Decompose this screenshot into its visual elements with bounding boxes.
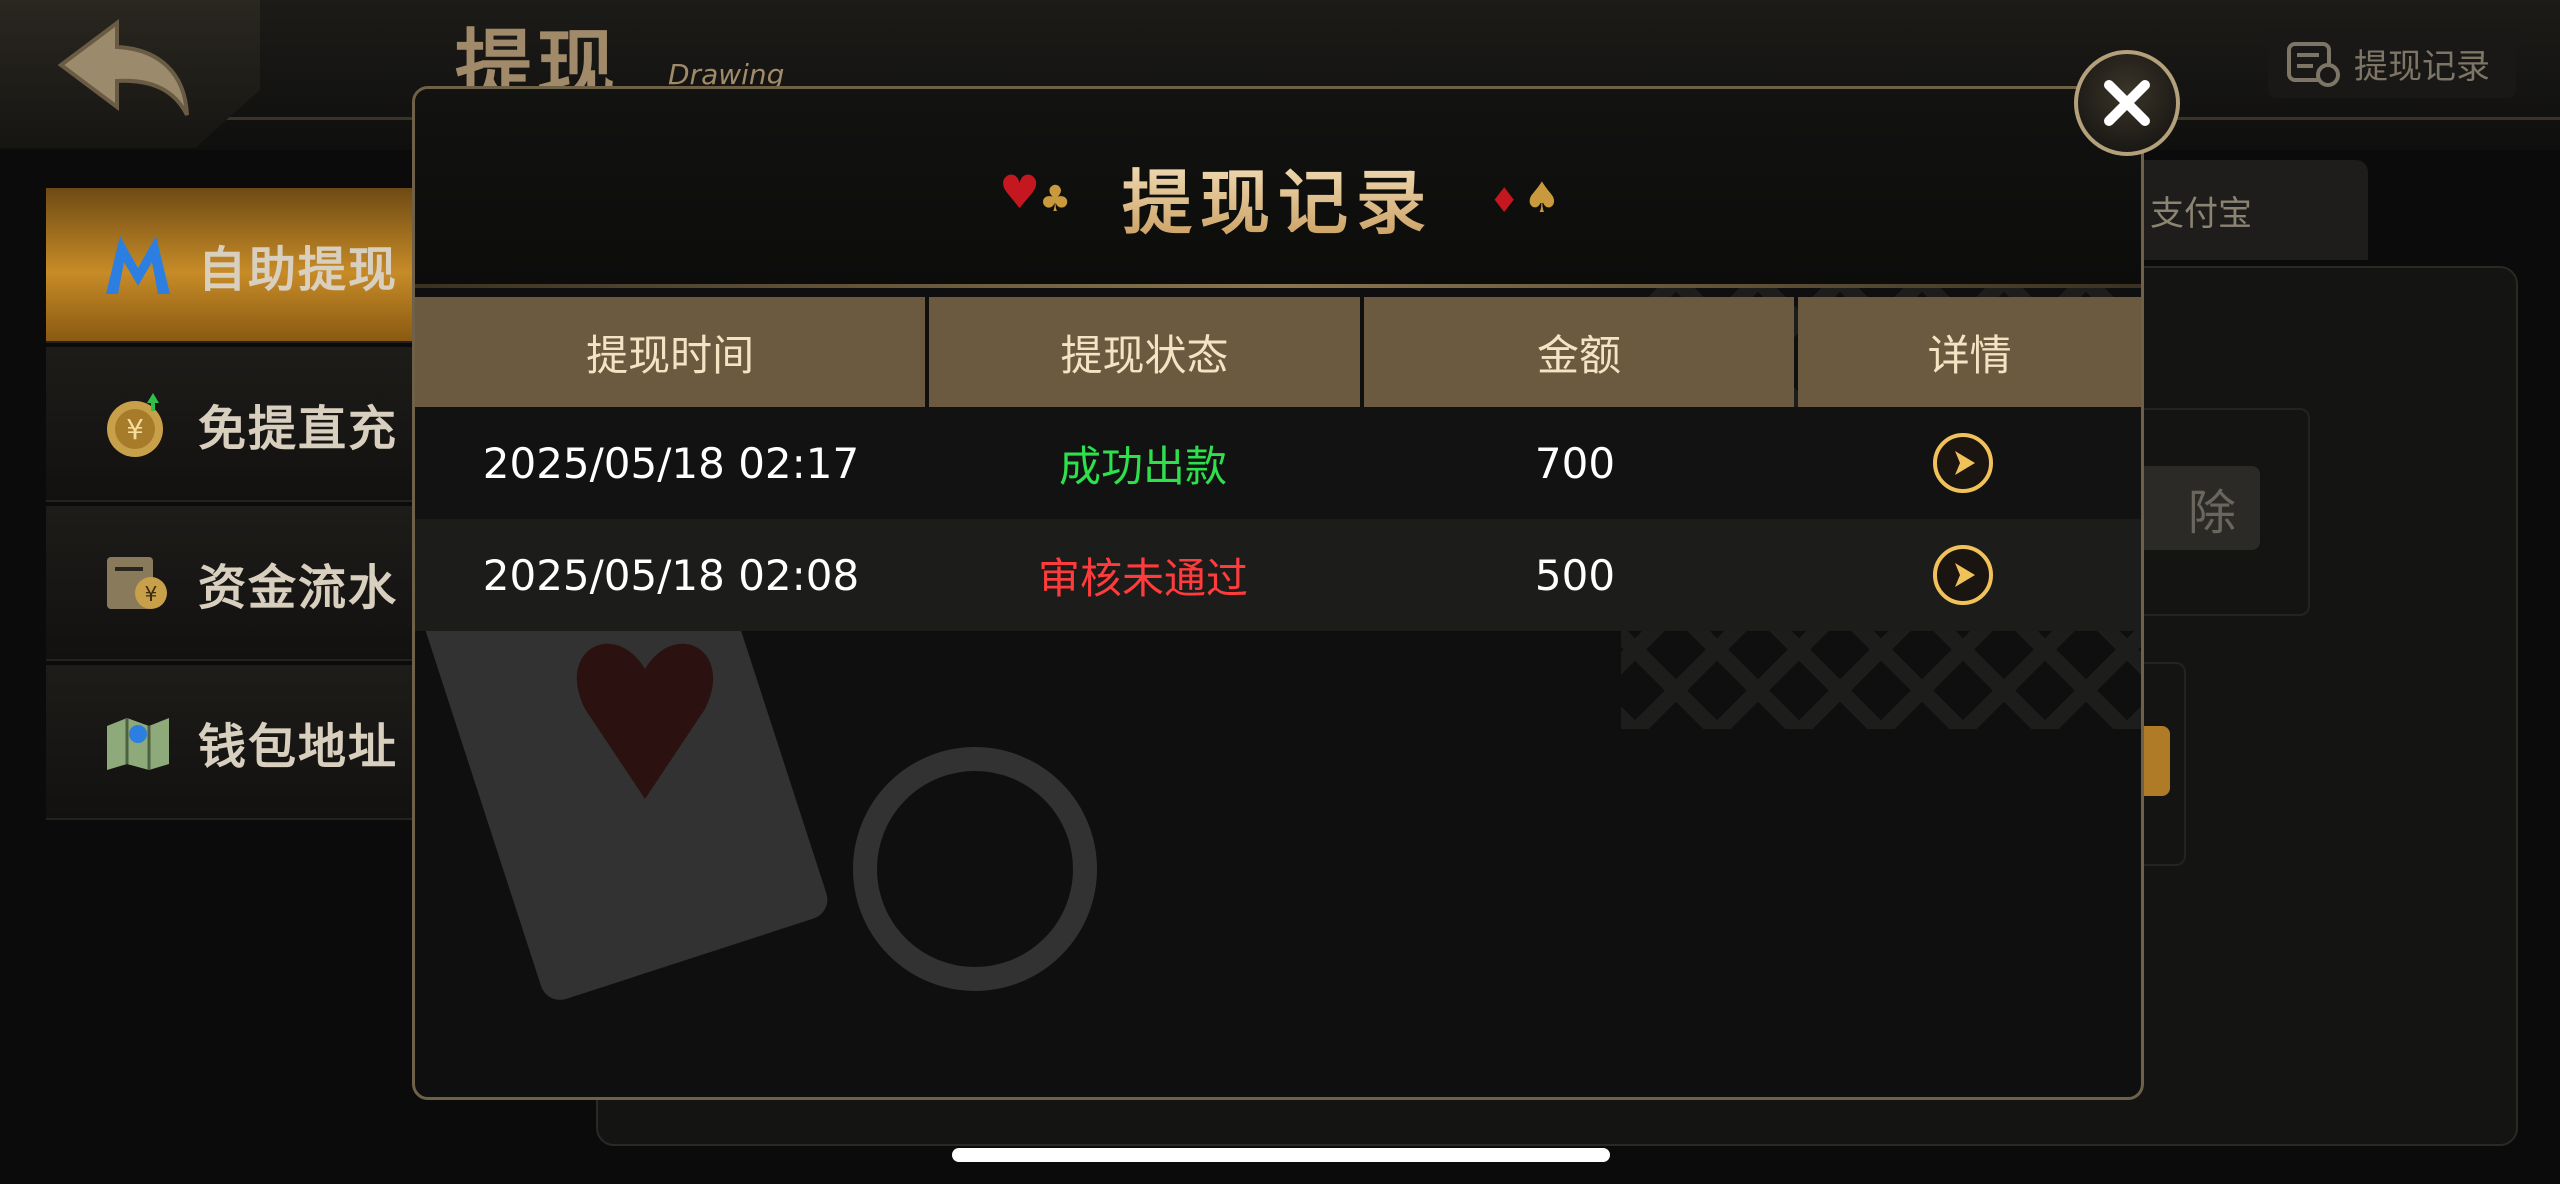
row-amount: 700 — [1534, 438, 1616, 488]
arrow-right-icon — [1955, 563, 1975, 587]
sidebar-item-label: 钱包地址 — [198, 718, 399, 775]
back-button[interactable] — [55, 15, 195, 125]
modal-title: 提现记录 — [415, 147, 2141, 248]
sidebar-item-wallet-address[interactable]: 钱包地址 — [46, 665, 422, 820]
close-icon — [2104, 80, 2150, 126]
sidebar-item-fund-flow[interactable]: ¥ 资金流水 — [46, 506, 422, 661]
withdraw-records-modal: ♥ ♣ 提现记录 ♦ ♠ 提现时间 提现状态 金额 详情 2025/05/18 … — [412, 86, 2144, 1100]
sidebar-item-direct-recharge[interactable]: ¥ 免提直充 — [46, 347, 422, 502]
table-header: 提现时间 提现状态 金额 详情 — [415, 297, 2141, 407]
clear-button-label: 除 — [2187, 485, 2236, 541]
sidebar-item-label: 自助提现 — [198, 241, 399, 298]
sidebar-item-label: 资金流水 — [198, 559, 399, 616]
sidebar: 自助提现 ¥ 免提直充 ¥ 资金流水 钱包地址 — [46, 188, 422, 824]
table-row: 2025/05/18 02:08 审核未通过 500 — [415, 519, 2141, 631]
tab-alipay-label: 支付宝 — [2150, 193, 2252, 234]
withdraw-records-button[interactable]: 提现记录 — [2268, 28, 2516, 98]
row-details-cell — [1791, 519, 2135, 631]
map-location-icon — [98, 702, 178, 782]
row-time: 2025/05/18 02:08 — [482, 550, 860, 600]
row-time: 2025/05/18 02:17 — [482, 438, 860, 488]
spade-suit-icon: ♠ — [1523, 173, 1561, 222]
home-indicator[interactable] — [952, 1148, 1610, 1162]
sidebar-item-self-withdraw[interactable]: 自助提现 — [46, 188, 422, 343]
row-status: 审核未通过 — [1037, 553, 1248, 603]
withdraw-records-label: 提现记录 — [2354, 46, 2490, 87]
arrow-right-icon — [1955, 451, 1975, 475]
records-table: 提现时间 提现状态 金额 详情 2025/05/18 02:17 成功出款 70… — [415, 297, 2141, 631]
svg-text:¥: ¥ — [145, 582, 158, 606]
yen-coin-icon: ¥ — [98, 384, 178, 464]
column-header-amount: 金额 — [1363, 297, 1795, 407]
sidebar-item-label: 免提直充 — [198, 400, 399, 457]
back-arrow-icon — [57, 19, 189, 116]
m-logo-icon — [98, 225, 178, 305]
row-status: 成功出款 — [1058, 441, 1227, 491]
svg-text:¥: ¥ — [126, 413, 144, 446]
money-flow-icon: ¥ — [98, 543, 178, 623]
records-list-icon — [2287, 42, 2340, 87]
header-divider — [415, 284, 2141, 288]
column-header-status: 提现状态 — [929, 297, 1360, 407]
table-row: 2025/05/18 02:17 成功出款 700 — [415, 407, 2141, 519]
column-header-time: 提现时间 — [415, 297, 926, 407]
details-button[interactable] — [1933, 545, 1993, 605]
diamond-suit-icon: ♦ — [1489, 181, 1520, 221]
column-header-details: 详情 — [1798, 297, 2141, 407]
row-details-cell — [1791, 407, 2135, 519]
details-button[interactable] — [1933, 433, 1993, 493]
close-modal-button[interactable] — [2074, 50, 2180, 156]
row-amount: 500 — [1534, 550, 1616, 600]
